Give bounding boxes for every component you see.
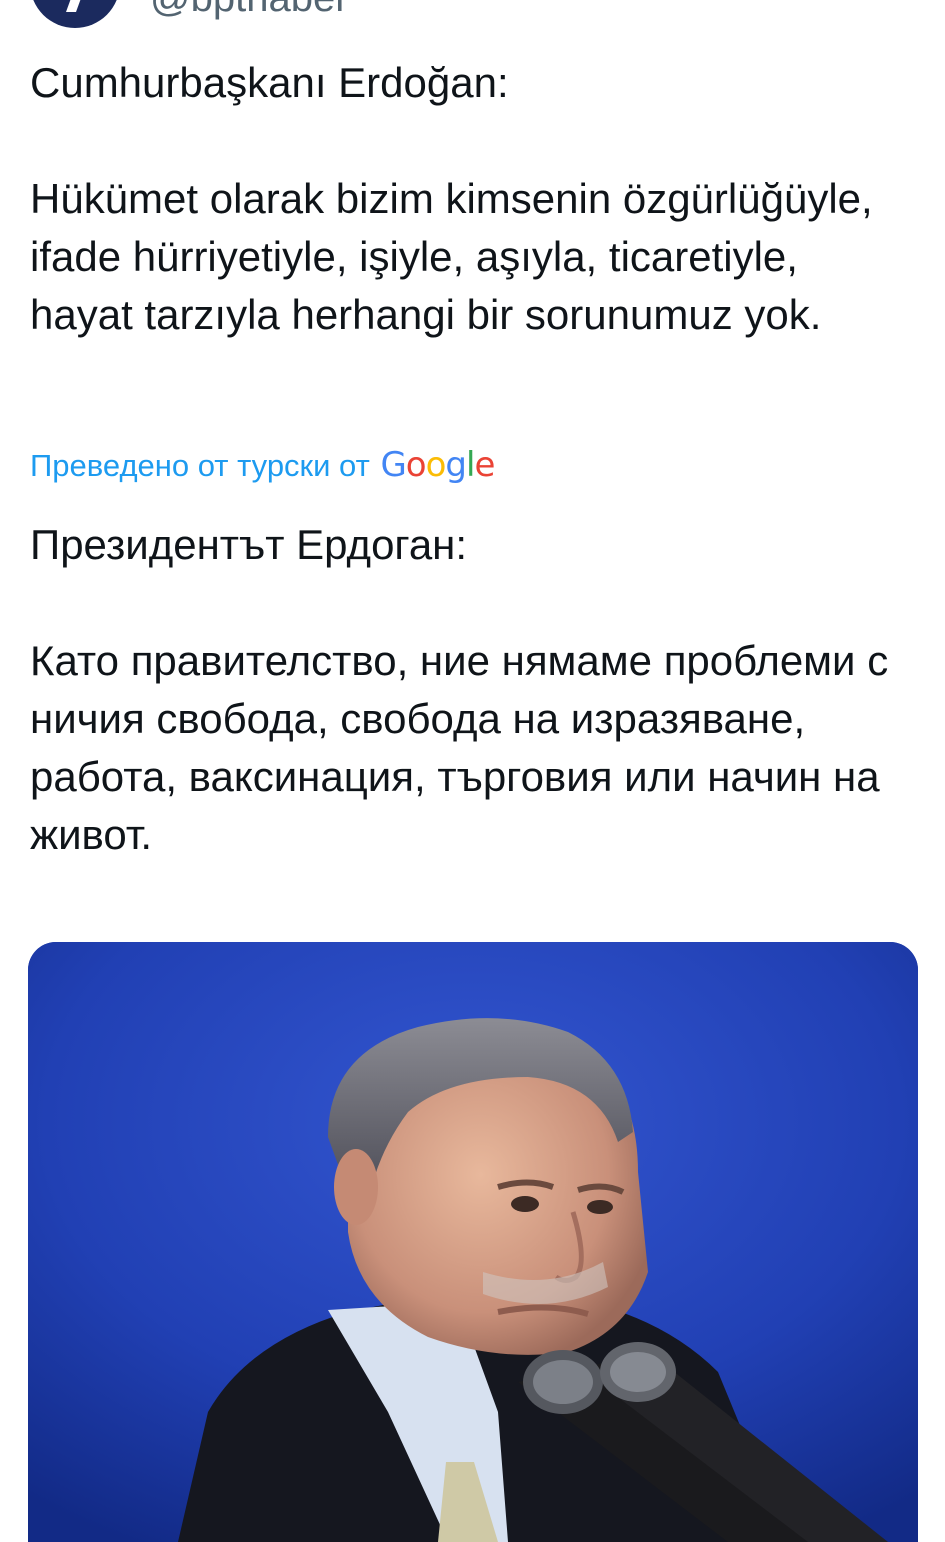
speaker-photo [28, 942, 918, 1542]
account-avatar[interactable] [30, 0, 120, 28]
google-logo: Google [380, 445, 495, 485]
tweet-photo[interactable] [28, 942, 918, 1542]
tweet-translated-text: Президентът Ердоган: Като правителство, … [30, 521, 889, 858]
translation-attribution[interactable]: Преведено от турски от Google [30, 443, 495, 488]
tweet-original-text: Cumhurbaşkanı Erdoğan: Hükümet olarak bi… [30, 59, 873, 338]
avatar-logo-mark [65, 0, 85, 12]
account-handle[interactable]: @bpthaber [150, 0, 349, 21]
translation-note-text: Преведено от турски от [30, 448, 370, 483]
